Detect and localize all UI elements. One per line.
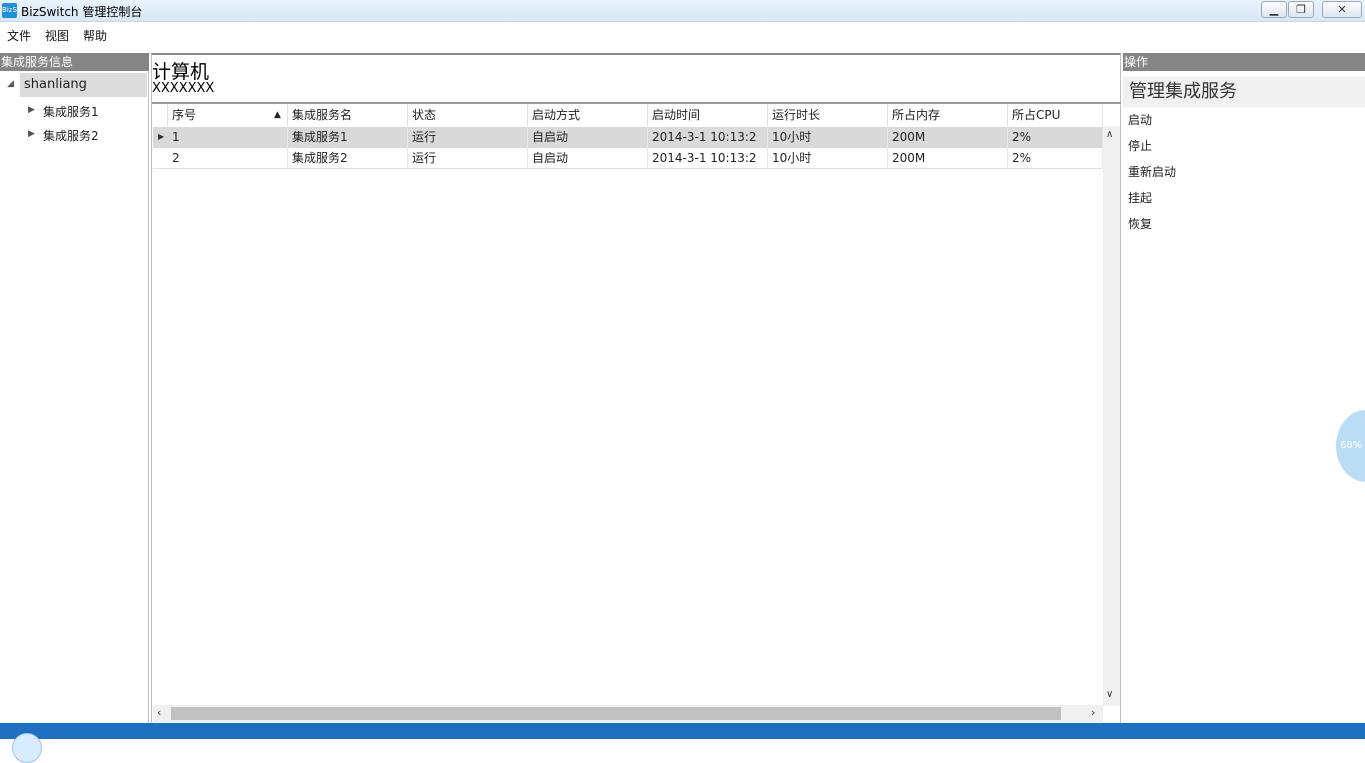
cell-memory[interactable]: 200M xyxy=(888,127,1008,148)
restore-icon: ❐ xyxy=(1296,3,1306,16)
cell-cpu[interactable]: 2% xyxy=(1008,148,1103,169)
service-grid xyxy=(152,102,1121,722)
minimize-icon: ▁ xyxy=(1269,3,1279,16)
cell-startup-type[interactable]: 自启动 xyxy=(528,148,648,169)
menu-file[interactable]: 文件 xyxy=(7,27,31,44)
tree-expand-icon[interactable]: ◢ xyxy=(7,79,14,89)
scroll-down-icon[interactable]: ∨ xyxy=(1106,689,1113,700)
cell-status[interactable]: 运行 xyxy=(408,148,528,169)
cell-index[interactable]: 1 xyxy=(168,127,288,148)
machine-name: XXXXXXX xyxy=(152,81,215,96)
column-header-start-time[interactable]: 启动时间 xyxy=(648,104,768,126)
action-stop[interactable]: 停止 xyxy=(1128,137,1152,154)
cell-uptime[interactable]: 10小时 xyxy=(768,127,888,148)
tree-node-service2[interactable]: 集成服务2 xyxy=(43,127,99,144)
cell-startup-type[interactable]: 自启动 xyxy=(528,127,648,148)
tree-collapse-icon[interactable]: ▶ xyxy=(28,129,35,139)
action-suspend[interactable]: 挂起 xyxy=(1128,189,1152,206)
action-resume[interactable]: 恢复 xyxy=(1128,215,1152,232)
cell-name[interactable]: 集成服务2 xyxy=(288,148,408,169)
cell-uptime[interactable]: 10小时 xyxy=(768,148,888,169)
cell-cpu[interactable]: 2% xyxy=(1008,127,1103,148)
menu-bar xyxy=(0,22,1365,46)
cell-memory[interactable]: 200M xyxy=(888,148,1008,169)
cell-name[interactable]: 集成服务1 xyxy=(288,127,408,148)
sort-ascending-icon: ▲ xyxy=(274,110,281,120)
minimize-button[interactable]: ▁ xyxy=(1261,1,1287,18)
taskbar xyxy=(0,723,1365,739)
cell-status[interactable]: 运行 xyxy=(408,127,528,148)
action-restart[interactable]: 重新启动 xyxy=(1128,163,1176,180)
window-title: BizSwitch 管理控制台 xyxy=(21,5,143,19)
title-bar xyxy=(0,0,1365,22)
column-header-index[interactable]: 序号 ▲ xyxy=(168,104,288,126)
horizontal-scroll-thumb[interactable] xyxy=(171,707,1061,720)
column-header-name[interactable]: 集成服务名 xyxy=(288,104,408,126)
column-header-memory[interactable]: 所占内存 xyxy=(888,104,1008,126)
scroll-right-icon[interactable]: › xyxy=(1091,706,1095,719)
cell-index[interactable]: 2 xyxy=(168,148,288,169)
app-icon: BizS xyxy=(2,3,17,18)
restore-button[interactable]: ❐ xyxy=(1288,1,1314,18)
tree-node-service1[interactable]: 集成服务1 xyxy=(43,103,99,120)
row-selected-icon: ▶ xyxy=(158,132,165,141)
column-header-uptime[interactable]: 运行时长 xyxy=(768,104,888,126)
close-button[interactable]: ✕ xyxy=(1322,1,1362,18)
service-tree xyxy=(0,71,149,723)
tree-collapse-icon[interactable]: ▶ xyxy=(28,105,35,115)
page-title: 计算机 xyxy=(152,61,210,83)
column-header-startup-type[interactable]: 启动方式 xyxy=(528,104,648,126)
cell-start-time[interactable]: 2014-3-1 10:13:2 xyxy=(648,127,768,148)
close-icon: ✕ xyxy=(1337,3,1347,16)
action-start[interactable]: 启动 xyxy=(1128,111,1152,128)
cell-start-time[interactable]: 2014-3-1 10:13:2 xyxy=(648,148,768,169)
menu-help[interactable]: 帮助 xyxy=(83,27,107,44)
vertical-scrollbar[interactable] xyxy=(1103,126,1120,706)
left-panel-header: 集成服务信息 xyxy=(0,53,149,71)
start-button[interactable] xyxy=(12,733,42,763)
column-header-cpu[interactable]: 所占CPU xyxy=(1008,104,1103,126)
column-header-label: 序号 xyxy=(172,108,197,122)
column-header-status[interactable]: 状态 xyxy=(408,104,528,126)
scroll-left-icon[interactable]: ‹ xyxy=(157,706,161,719)
tree-root-node[interactable]: shanliang xyxy=(20,73,147,97)
row-header-corner xyxy=(153,104,168,126)
menu-view[interactable]: 视图 xyxy=(45,27,69,44)
scroll-up-icon[interactable]: ∧ xyxy=(1106,129,1113,140)
actions-panel-header: 操作 xyxy=(1123,53,1365,71)
actions-group-title: 管理集成服务 xyxy=(1123,77,1365,107)
